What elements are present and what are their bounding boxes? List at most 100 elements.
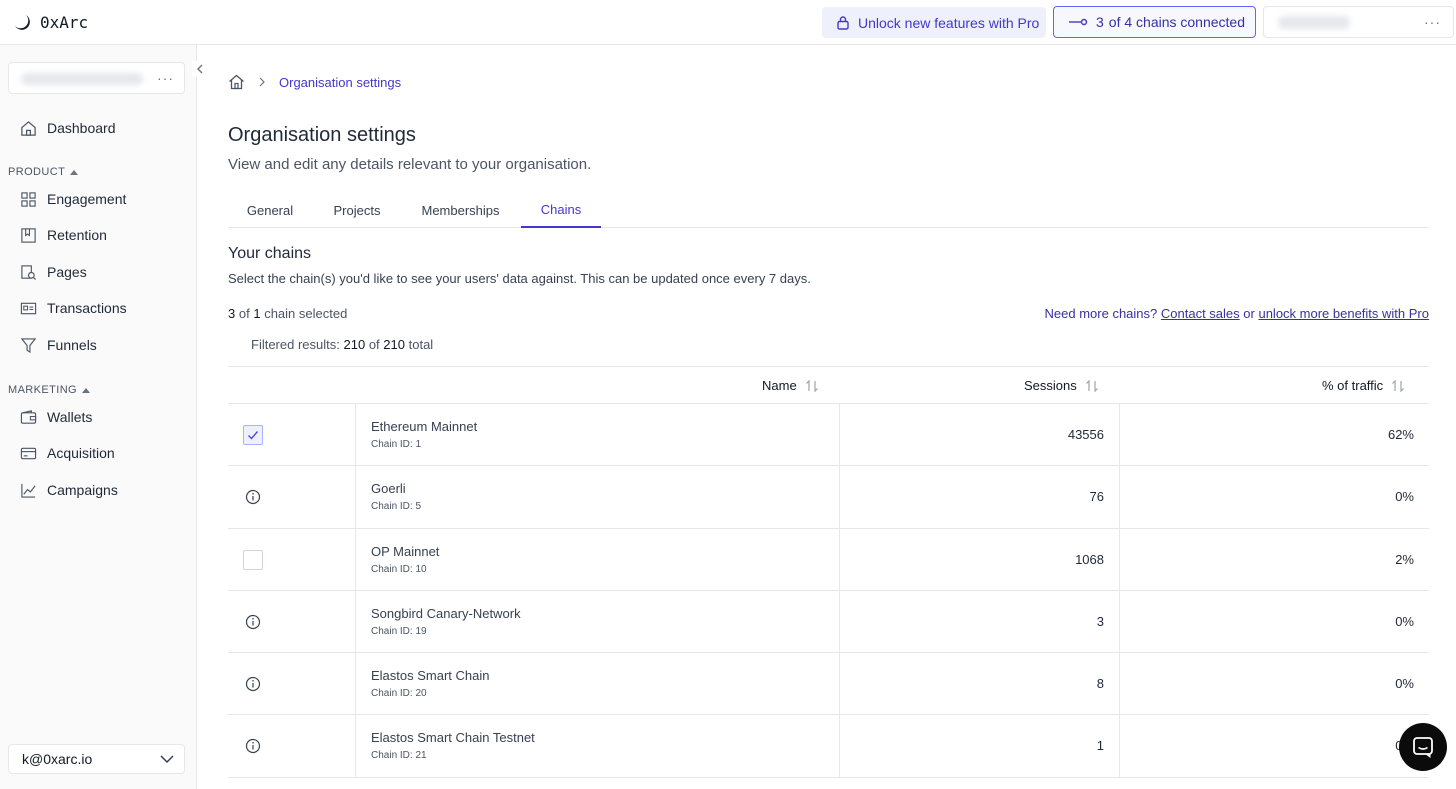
sidebar-item-funnels[interactable]: Funnels — [20, 334, 97, 356]
selected-suffix-text: chain selected — [264, 306, 348, 321]
sidebar-item-engagement[interactable]: Engagement — [20, 188, 126, 210]
sidebar-item-pages[interactable]: Pages — [20, 261, 87, 283]
sidebar-item-label: Engagement — [47, 191, 127, 207]
sidebar-item-acquisition[interactable]: Acquisition — [20, 442, 115, 464]
table-row[interactable]: Songbird Canary-Network Chain ID: 19 3 0… — [228, 590, 1429, 654]
info-icon[interactable] — [245, 738, 261, 754]
selected-total-value: 1 — [253, 306, 261, 321]
chain-name: OP Mainnet — [371, 543, 440, 559]
sidebar-item-label: Pages — [47, 264, 87, 280]
organisation-select[interactable]: ··· — [8, 62, 185, 94]
table-row[interactable]: Ethereum Mainnet Chain ID: 1 43556 62% — [228, 404, 1429, 467]
chain-traffic: 0% — [1395, 489, 1414, 505]
chain-id: Chain ID: 5 — [371, 501, 422, 513]
breadcrumb-current[interactable]: Organisation settings — [279, 75, 401, 90]
info-icon[interactable] — [245, 489, 261, 505]
sidebar-item-transactions[interactable]: Transactions — [20, 297, 127, 319]
marketing-section-toggle[interactable]: MARKETING — [8, 384, 90, 396]
row-checkbox[interactable] — [243, 425, 263, 445]
info-icon[interactable] — [245, 676, 261, 692]
sessions-column-header[interactable]: Sessions — [1024, 378, 1099, 393]
sidebar-item-dashboard[interactable]: Dashboard — [20, 117, 116, 139]
table-row[interactable]: Elastos Smart Chain Chain ID: 20 8 0% — [228, 653, 1429, 716]
chain-id: Chain ID: 1 — [371, 439, 422, 450]
sidebar-item-wallets[interactable]: Wallets — [20, 406, 92, 428]
filter-of-text: of — [368, 337, 380, 352]
column-divider — [1119, 466, 1120, 528]
column-divider — [839, 715, 840, 777]
contact-sales-link[interactable]: Contact sales — [1161, 306, 1240, 321]
filter-suffix-text: total — [408, 337, 434, 352]
moon-logo-icon — [15, 15, 30, 30]
column-divider — [355, 404, 356, 466]
column-divider — [839, 590, 840, 653]
account-menu-button[interactable]: ··· — [1263, 6, 1454, 38]
product-section-toggle[interactable]: PRODUCT — [8, 166, 79, 178]
sidebar-item-label: Transactions — [47, 300, 127, 316]
sidebar: ··· Dashboard PRODUCT Engagement Retenti… — [0, 45, 208, 789]
unlock-pro-button[interactable]: Unlock new features with Pro — [822, 7, 1046, 38]
info-icon[interactable] — [245, 614, 261, 630]
tab-projects[interactable]: Projects — [316, 193, 398, 228]
sidebar-item-label: Funnels — [47, 337, 97, 353]
chains-connected-label: of 4 chains connected — [1108, 14, 1246, 30]
brand-name: 0xArc — [40, 12, 89, 32]
grid-icon — [21, 191, 36, 207]
bookmark-box-icon — [21, 227, 36, 243]
more-chains-or: or — [1243, 306, 1255, 321]
unlock-pro-link[interactable]: unlock more benefits with Pro — [1258, 306, 1429, 321]
traffic-column-header[interactable]: % of traffic — [1322, 378, 1405, 393]
wallet-icon — [20, 409, 37, 424]
column-divider — [355, 715, 356, 777]
page-search-icon — [21, 264, 36, 280]
more-dots-icon: ··· — [1424, 14, 1441, 30]
chat-launcher-button[interactable] — [1399, 723, 1447, 771]
sidebar-item-campaigns[interactable]: Campaigns — [20, 479, 118, 501]
chain-traffic: 0% — [1395, 676, 1414, 692]
sidebar-item-label: Wallets — [47, 409, 93, 425]
user-menu-select[interactable]: k@0xarc.io — [8, 744, 185, 774]
column-divider — [839, 528, 840, 590]
chains-connected-count: 3 — [1096, 14, 1104, 30]
sort-icon — [1085, 379, 1098, 392]
chain-name: Elastos Smart Chain — [371, 668, 490, 684]
chain-name: Elastos Smart Chain Testnet — [371, 730, 535, 746]
sidebar-item-label: Dashboard — [47, 120, 116, 136]
chain-traffic: 62% — [1387, 427, 1414, 442]
breadcrumb: Organisation settings — [228, 74, 401, 90]
table-row[interactable]: Elastos Smart Chain Testnet Chain ID: 21… — [228, 715, 1429, 778]
caret-up-icon — [82, 388, 90, 393]
credit-card-icon — [20, 447, 37, 459]
more-chains-prefix: Need more chains? — [1044, 306, 1158, 321]
filter-prefix: Filtered results: — [251, 337, 340, 352]
chains-connected-button[interactable]: 3 of 4 chains connected — [1053, 6, 1256, 38]
selected-count-value: 3 — [228, 306, 236, 321]
connection-arrow-icon — [1069, 18, 1088, 26]
filtered-results: Filtered results: 210 of 210 total — [251, 337, 433, 352]
sidebar-item-retention[interactable]: Retention — [20, 224, 107, 246]
name-column-header[interactable]: Name — [762, 378, 819, 393]
name-header-label: Name — [762, 378, 797, 393]
check-icon — [248, 431, 259, 440]
settings-tabs: General Projects Memberships Chains — [228, 193, 1429, 228]
table-row[interactable]: Goerli Chain ID: 5 76 0% — [228, 466, 1429, 529]
chain-sessions: 1 — [1096, 738, 1104, 754]
sort-icon — [805, 379, 818, 392]
column-divider — [355, 590, 356, 653]
sort-icon — [1392, 379, 1405, 392]
chain-id: Chain ID: 21 — [371, 750, 427, 762]
tab-general[interactable]: General — [228, 193, 312, 228]
chain-id: Chain ID: 10 — [371, 563, 427, 575]
row-checkbox[interactable] — [243, 549, 263, 570]
tab-memberships[interactable]: Memberships — [404, 193, 517, 228]
chevron-right-icon — [259, 77, 265, 87]
home-icon[interactable] — [228, 74, 245, 90]
section-title: Your chains — [228, 245, 312, 262]
column-divider — [1119, 590, 1120, 653]
tab-chains[interactable]: Chains — [521, 193, 601, 228]
chat-icon — [1413, 737, 1433, 758]
table-row[interactable]: OP Mainnet Chain ID: 10 1068 2% — [228, 528, 1429, 591]
page-subtitle: View and edit any details relevant to yo… — [228, 156, 592, 173]
brand[interactable]: 0xArc — [12, 12, 88, 32]
filter-total-value: 210 — [383, 337, 405, 352]
